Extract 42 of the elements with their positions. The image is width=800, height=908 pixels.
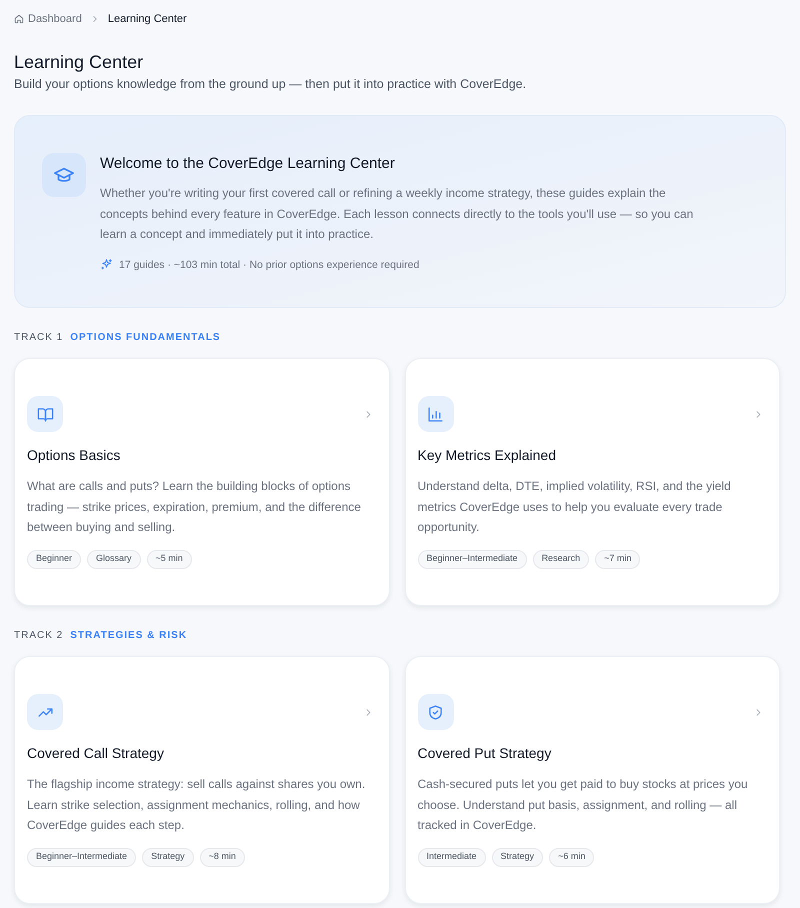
guide-title: Key Metrics Explained [418, 446, 558, 464]
guide-description: Understand delta, DTE, implied volatility, RSI, and the yield metrics CoverEdge uses to help you evaluate every trade opportunity. [418, 478, 732, 536]
guide-description: What are calls and puts? Learn the building blocks of options trading — strike prices, expiration, premium, and the difference between buying and selling. [27, 478, 362, 536]
guide-card[interactable] [14, 656, 390, 904]
guide-tag: Strategy [492, 848, 544, 866]
guide-tag: Beginner–Intermediate [418, 550, 527, 568]
guide-tag: ~6 min [549, 848, 594, 866]
open-book-icon [27, 396, 63, 432]
guide-tag: Beginner [27, 550, 82, 568]
guide-tag: ~8 min [200, 848, 245, 866]
guide-card[interactable]: Key Metrics Explained Understand delta, DTE, implied volatility, RSI, and the yield metrics CoverEdge uses to help you evaluate every trade opportunity. Beginner–Intermediate Research ~7 min [404, 358, 780, 606]
track-number: TRACK 1 [14, 332, 64, 344]
shield-check-icon [418, 694, 454, 730]
track-number: TRACK 2 [14, 630, 64, 642]
trend-up-icon [27, 694, 63, 730]
guide-tag: ~7 min [595, 550, 640, 568]
breadcrumb-link[interactable]: Dashboard [14, 11, 82, 27]
home-icon [14, 14, 24, 24]
bar-chart-icon [418, 396, 454, 432]
welcome-meta: 17 guides · ~103 min total · No prior options experience required [119, 258, 420, 272]
guide-tag: Strategy [142, 848, 194, 866]
graduation-cap-icon [42, 153, 86, 197]
track-title: STRATEGIES & RISK [70, 630, 188, 642]
guide-card[interactable]: Covered Put Strategy Cash-secured puts let you get paid to buy stocks at prices you choose. Understand put basis, assignment, and rolling — all tracked in CoverEdge. Intermediate Strategy ~6 min [404, 656, 780, 904]
track-title: OPTIONS FUNDAMENTALS [70, 332, 221, 344]
page-title: Learning Center [14, 51, 144, 74]
sparkle-icon [100, 258, 113, 271]
guide-tag: Intermediate [418, 848, 486, 866]
page-subtitle: Build your options knowledge from the ground up — then put it into practice with CoverEdge. [14, 76, 528, 93]
guide-title: Options Basics [27, 446, 122, 464]
guide-title: Covered Call Strategy [27, 744, 165, 762]
guide-tag: Beginner–Intermediate [27, 848, 136, 866]
guide-tag: ~5 min [146, 550, 192, 568]
guide-tag: Glossary [87, 550, 141, 568]
guide-description: The flagship income strategy: sell calls against shares you own. Learn strike selection, assignment mechanics, rolling, and how CoverEdge guides each step. [27, 776, 366, 834]
guide-tag: Research [532, 550, 590, 568]
welcome-title: Welcome to the CoverEdge Learning Center [100, 154, 396, 174]
breadcrumb-current: Learning Center [108, 12, 187, 27]
welcome-text: Whether you're writing your first covered call or refining a weekly income strategy, these guides explain the concepts behind every feature in CoverEdge. Each lesson connects directly to the tools you'll use — so you can learn a concept and immediately put it into practice. [100, 185, 694, 243]
guide-description: Cash-secured puts let you get paid to buy stocks at prices you choose. Understand put basis, assignment, and rolling — all tracked in CoverEdge. [418, 776, 749, 834]
guide-title: Covered Put Strategy [418, 744, 552, 762]
guide-card[interactable]: Options Basics What are calls and puts? Learn the building blocks of options trading — strike prices, expiration, premium, and the difference between buying and selling. Beginner Glossary ~5 min [14, 358, 390, 606]
